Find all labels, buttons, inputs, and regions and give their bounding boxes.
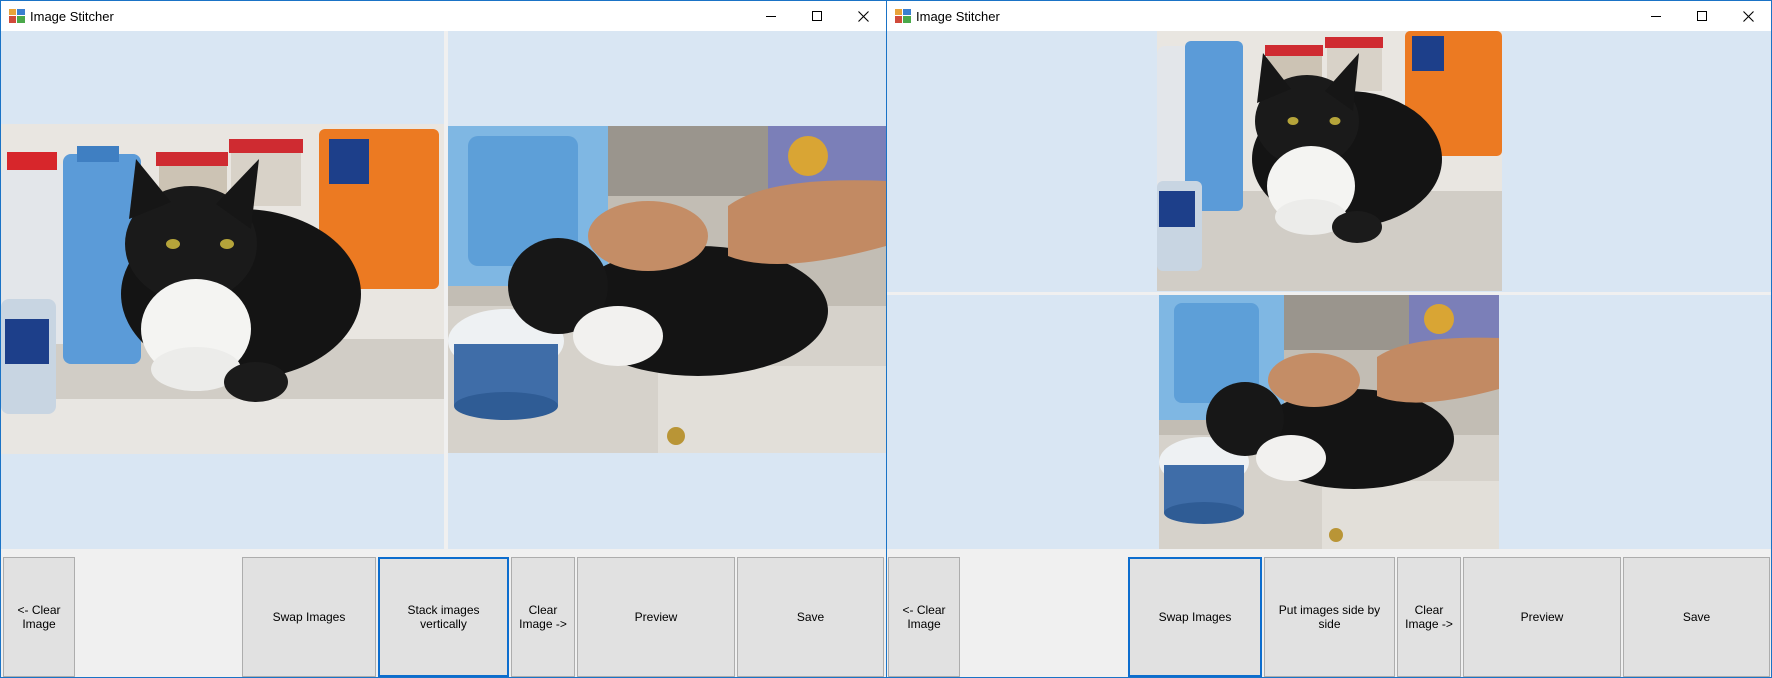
swap-images-button[interactable]: Swap Images <box>242 557 376 677</box>
clear-left-image-button[interactable]: <- Clear Image <box>3 557 75 677</box>
stack-vertically-button[interactable]: Stack images vertically <box>378 557 509 677</box>
cat-petted-photo-right <box>448 126 886 453</box>
image-area <box>887 31 1771 549</box>
close-button[interactable] <box>840 1 886 31</box>
minimize-icon <box>766 16 776 17</box>
minimize-button[interactable] <box>748 1 794 31</box>
bottom-image-panel[interactable] <box>887 295 1771 549</box>
image-stitcher-window-1: Image Stitcher <- Clear Image Swap Image… <box>0 0 887 678</box>
close-icon <box>857 10 869 22</box>
preview-button[interactable]: Preview <box>1463 557 1621 677</box>
app-icon <box>895 9 911 23</box>
image-area <box>1 31 886 549</box>
right-image-panel[interactable] <box>448 31 886 549</box>
preview-button[interactable]: Preview <box>577 557 735 677</box>
maximize-button[interactable] <box>794 1 840 31</box>
clear-right-image-button[interactable]: Clear Image -> <box>1397 557 1461 677</box>
minimize-icon <box>1651 16 1661 17</box>
image-stitcher-window-2: Image Stitcher <- Clear Image Swap Image… <box>886 0 1772 678</box>
window-title: Image Stitcher <box>916 9 1000 24</box>
save-button[interactable]: Save <box>1623 557 1770 677</box>
save-button[interactable]: Save <box>737 557 884 677</box>
left-image-panel[interactable] <box>1 31 444 549</box>
swap-images-button[interactable]: Swap Images <box>1128 557 1262 677</box>
clear-left-image-button[interactable]: <- Clear Image <box>888 557 960 677</box>
maximize-button[interactable] <box>1679 1 1725 31</box>
maximize-icon <box>1697 11 1707 21</box>
cat-petted-photo-bottom <box>1159 295 1499 549</box>
close-button[interactable] <box>1725 1 1771 31</box>
close-icon <box>1742 10 1754 22</box>
title-bar[interactable]: Image Stitcher <box>887 1 1771 31</box>
minimize-button[interactable] <box>1633 1 1679 31</box>
button-bar: <- Clear Image Swap Images Stack images … <box>1 549 886 677</box>
title-bar[interactable]: Image Stitcher <box>1 1 886 31</box>
side-by-side-button[interactable]: Put images side by side <box>1264 557 1395 677</box>
clear-right-image-button[interactable]: Clear Image -> <box>511 557 575 677</box>
cat-photo-left <box>1 124 444 454</box>
app-icon <box>9 9 25 23</box>
window-title: Image Stitcher <box>30 9 114 24</box>
cat-photo-top <box>1157 31 1502 291</box>
maximize-icon <box>812 11 822 21</box>
button-bar: <- Clear Image Swap Images Put images si… <box>887 549 1771 677</box>
top-image-panel[interactable] <box>887 31 1771 292</box>
